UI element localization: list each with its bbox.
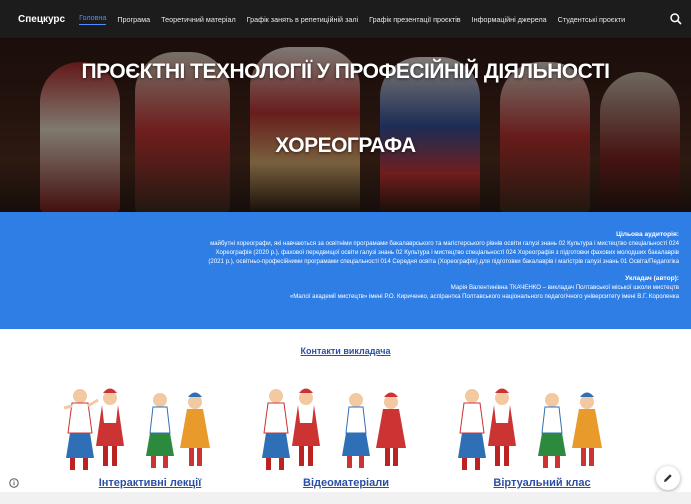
pencil-icon: [664, 474, 672, 482]
hero-banner: ПРОЄКТНІ ТЕХНОЛОГІЇ У ПРОФЕСІЙНІЙ ДІЯЛЬН…: [0, 38, 691, 212]
dancers-illustration-icon: [63, 388, 210, 470]
edit-button[interactable]: [656, 466, 680, 490]
info-band: Цільова аудиторія: майбутні хореографи, …: [0, 212, 691, 329]
info-icon[interactable]: [9, 478, 19, 488]
search-icon[interactable]: [669, 12, 683, 26]
card-image-lectures[interactable]: [50, 378, 250, 478]
site-brand[interactable]: Спецкурс: [18, 14, 65, 25]
card-link-virtual-class[interactable]: Віртуальний клас: [442, 477, 642, 489]
nav-item-student-projects[interactable]: Студентські проєкти: [558, 15, 625, 24]
contacts-link[interactable]: Контакти викладача: [0, 346, 691, 356]
nav-menu: Головна Програма Теоретичний матеріал Гр…: [79, 13, 636, 25]
nav-item-home[interactable]: Головна: [79, 13, 107, 25]
author-text-line: Марія Валентинівна ТКАЧЕНКО – викладач П…: [450, 284, 679, 291]
audience-text-line: (2021 р.), освітньо-професійними програм…: [208, 258, 679, 265]
nav-item-rehearsal-schedule[interactable]: Графік занять в репетиційній залі: [247, 15, 358, 24]
card-link-lectures[interactable]: Інтерактивні лекції: [50, 477, 250, 489]
card-link-videos[interactable]: Відеоматеріали: [246, 477, 446, 489]
hero-title-line2: ХОРЕОГРАФА: [275, 134, 416, 157]
bottom-strip: [0, 492, 691, 504]
top-navigation-bar: Спецкурс Головна Програма Теоретичний ма…: [0, 0, 691, 38]
audience-heading: Цільова аудиторія:: [616, 231, 679, 238]
nav-item-sources[interactable]: Інформаційні джерела: [472, 15, 547, 24]
dancers-illustration-icon: [262, 388, 406, 470]
nav-item-presentation-schedule[interactable]: Графік презентації проєктів: [369, 15, 460, 24]
audience-text-line: Хореографія (2020 р.), фахової передвищо…: [215, 249, 679, 256]
card-image-videos[interactable]: [246, 378, 446, 478]
author-heading: Укладач (автор):: [625, 275, 679, 282]
nav-item-program[interactable]: Програма: [117, 15, 150, 24]
nav-item-theory[interactable]: Теоретичний матеріал: [161, 15, 236, 24]
audience-text-line: майбутні хореографи, які навчаються за о…: [210, 240, 679, 247]
card-image-virtual-class[interactable]: [442, 378, 642, 478]
author-text-line: «Малої академії мистецтв» імені Р.О. Кир…: [289, 293, 679, 300]
dancers-illustration-icon: [458, 388, 602, 470]
hero-title-line1: ПРОЄКТНІ ТЕХНОЛОГІЇ У ПРОФЕСІЙНІЙ ДІЯЛЬН…: [81, 60, 610, 83]
